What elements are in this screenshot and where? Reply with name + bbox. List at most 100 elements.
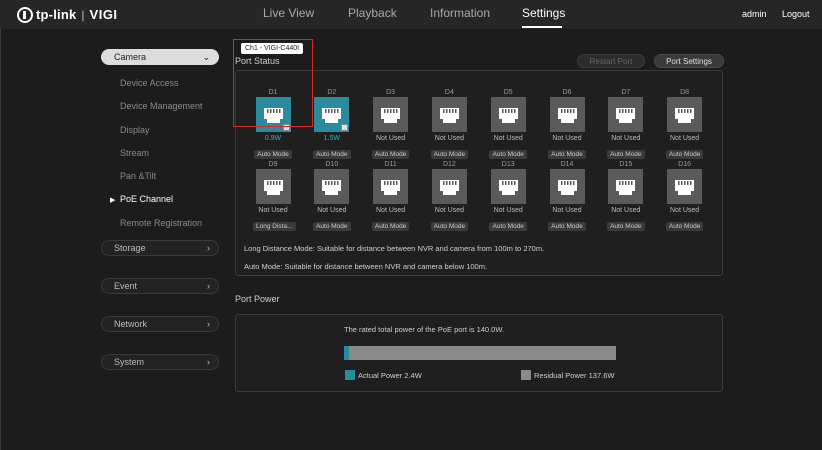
port-mode-badge: Auto Mode [430, 150, 469, 159]
sidebar-item-poe-channel[interactable]: PoE Channel [120, 194, 173, 204]
port-tooltip: Ch1 - VIGI-C440I [241, 43, 304, 54]
menu-event[interactable]: Event › [101, 278, 219, 294]
ethernet-port-icon[interactable] [373, 169, 409, 204]
port-status-value: 1.5W [323, 135, 340, 142]
chevron-right-icon: › [207, 319, 210, 329]
port-mode-badge: Auto Mode [430, 222, 469, 231]
actual-power-label: Actual Power 2.4W [358, 370, 422, 380]
port-mode-badge: Auto Mode [254, 150, 292, 159]
port-mode-badge: Auto Mode [548, 222, 586, 231]
sidebar-item-device-access[interactable]: Device Access [120, 78, 179, 88]
active-item-arrow-icon: ▶ [110, 197, 116, 204]
menu-network[interactable]: Network › [101, 316, 219, 332]
port-id: D6 [562, 89, 572, 96]
menu-storage[interactable]: Storage › [101, 240, 219, 256]
port-d8[interactable]: D8 Not Used Auto Mode [665, 88, 705, 161]
rated-power-text: The rated total power of the PoE port is… [344, 325, 505, 334]
checkbox-icon [341, 124, 349, 131]
logout-link[interactable]: Logout [782, 9, 810, 19]
ethernet-port-icon [381, 180, 401, 195]
port-power-title: Port Power [235, 294, 280, 304]
port-mode-badge: Auto Mode [607, 150, 645, 159]
port-d11[interactable]: D11 Not Used Auto Mode [371, 160, 411, 233]
tab-live-view[interactable]: Live View [263, 6, 314, 20]
ethernet-port-icon[interactable] [549, 169, 585, 204]
port-d16[interactable]: D16 Not Used Auto Mode [665, 160, 705, 233]
ethernet-port-icon [439, 180, 459, 195]
sidebar-item-stream[interactable]: Stream [120, 148, 149, 158]
ethernet-port-icon [381, 108, 401, 123]
port-d4[interactable]: D4 Not Used Auto Mode [429, 88, 469, 161]
port-d6[interactable]: D6 Not Used Auto Mode [547, 88, 587, 161]
port-mode-badge: Auto Mode [607, 222, 645, 231]
menu-system[interactable]: System › [101, 354, 219, 370]
sidebar-item-pan-tilt[interactable]: Pan &Tilt [120, 171, 156, 181]
top-bar: tp-link | VIGI Live View Playback Inform… [0, 0, 822, 29]
port-mode-badge: Auto Mode [489, 150, 527, 159]
menu-camera[interactable]: Camera ⌄ [101, 49, 219, 65]
port-id: D8 [680, 89, 690, 96]
ethernet-port-icon [263, 180, 283, 195]
ethernet-port-icon [616, 108, 636, 123]
port-d10[interactable]: D10 Not Used Auto Mode [312, 160, 352, 233]
port-id: D9 [268, 161, 278, 168]
port-id: D16 [678, 161, 692, 168]
port-status-value: Not Used [552, 207, 582, 214]
port-d15[interactable]: D15 Not Used Auto Mode [606, 160, 646, 233]
port-status-value: Not Used [670, 207, 700, 214]
tp-link-logo-icon [17, 6, 33, 23]
ethernet-port-icon[interactable] [255, 169, 291, 204]
ethernet-port-icon[interactable] [549, 97, 585, 132]
ethernet-port-icon[interactable] [431, 169, 467, 204]
port-d14[interactable]: D14 Not Used Auto Mode [547, 160, 587, 233]
tab-settings[interactable]: Settings [522, 6, 565, 20]
ethernet-port-icon[interactable] [314, 169, 350, 204]
port-status-value: Not Used [611, 135, 641, 142]
port-d9[interactable]: D9 Not Used Long Dista... [253, 160, 296, 233]
port-d13[interactable]: D13 Not Used Auto Mode [488, 160, 528, 233]
port-status-value: Not Used [376, 135, 406, 142]
sidebar-item-device-management[interactable]: Device Management [120, 101, 203, 111]
tab-information[interactable]: Information [430, 6, 490, 20]
ethernet-port-icon[interactable] [314, 97, 350, 132]
port-d7[interactable]: D7 Not Used Auto Mode [606, 88, 646, 161]
port-id: D12 [442, 161, 456, 168]
brand-separator: | [81, 7, 85, 22]
port-status-value: Not Used [317, 207, 347, 214]
ethernet-port-icon[interactable] [608, 169, 644, 204]
user-name[interactable]: admin [742, 9, 767, 19]
port-d5[interactable]: D5 Not Used Auto Mode [488, 88, 528, 161]
port-id: D15 [619, 161, 633, 168]
residual-power-swatch [521, 370, 531, 380]
legend-residual: Residual Power 137.6W [521, 370, 614, 380]
port-status-value: Not Used [493, 135, 523, 142]
port-d3[interactable]: D3 Not Used Auto Mode [371, 88, 411, 161]
port-d12[interactable]: D12 Not Used Auto Mode [429, 160, 469, 233]
ethernet-port-icon[interactable] [490, 169, 526, 204]
menu-system-label: System [114, 357, 145, 367]
port-status-value: Not Used [552, 135, 582, 142]
brand-name: tp-link [36, 7, 77, 22]
port-status-value: 0.9W [264, 135, 282, 142]
restart-port-button[interactable]: Restart Port [577, 54, 645, 68]
ethernet-port-icon[interactable] [667, 169, 703, 204]
sidebar-item-remote-registration[interactable]: Remote Registration [120, 218, 202, 228]
port-mode-badge: Auto Mode [371, 222, 410, 231]
brand-product: VIGI [89, 7, 118, 22]
ethernet-port-icon[interactable] [667, 97, 703, 132]
tab-playback[interactable]: Playback [348, 6, 397, 20]
port-id: D2 [327, 89, 337, 96]
sidebar-item-display[interactable]: Display [120, 125, 150, 135]
actual-power-fill [344, 346, 349, 360]
legend-actual: Actual Power 2.4W [345, 370, 422, 380]
ethernet-port-icon [557, 108, 577, 123]
port-mode-badge: Auto Mode [665, 222, 704, 231]
port-settings-button[interactable]: Port Settings [654, 54, 724, 68]
port-mode-badge: Auto Mode [313, 150, 351, 159]
ethernet-port-icon[interactable] [490, 97, 526, 132]
port-d2[interactable]: D2 1.5W Auto Mode [312, 88, 352, 161]
ethernet-port-icon[interactable] [608, 97, 644, 132]
menu-event-label: Event [114, 281, 138, 291]
ethernet-port-icon[interactable] [373, 97, 409, 132]
ethernet-port-icon[interactable] [431, 97, 467, 132]
